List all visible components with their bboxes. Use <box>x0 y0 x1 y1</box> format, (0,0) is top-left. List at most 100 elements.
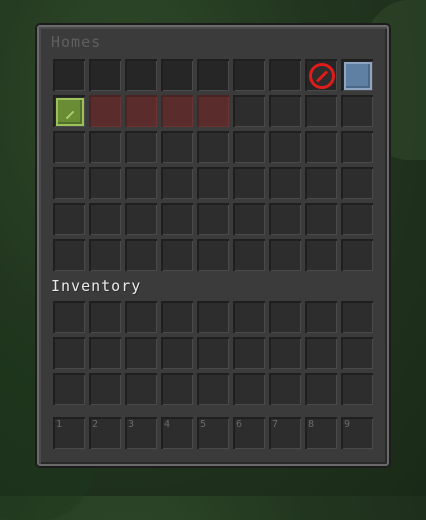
home-slot[interactable] <box>51 237 87 273</box>
inventory-slot[interactable] <box>51 335 87 371</box>
home-slot[interactable] <box>87 57 123 93</box>
home-slot[interactable] <box>195 201 231 237</box>
inventory-slot[interactable] <box>123 371 159 407</box>
hotbar-slot[interactable]: 5 <box>195 415 231 451</box>
inventory-slot[interactable] <box>303 299 339 335</box>
home-slot[interactable] <box>195 165 231 201</box>
homes-grid <box>51 57 375 273</box>
inventory-slot[interactable] <box>303 371 339 407</box>
hotbar-slot-number: 8 <box>308 419 315 430</box>
home-slot[interactable] <box>51 165 87 201</box>
home-slot[interactable] <box>303 57 339 93</box>
inventory-slot[interactable] <box>267 335 303 371</box>
home-slot[interactable] <box>231 165 267 201</box>
home-slot[interactable] <box>123 57 159 93</box>
home-slot[interactable] <box>123 129 159 165</box>
hotbar-slot-number: 3 <box>128 419 135 430</box>
home-slot[interactable] <box>231 237 267 273</box>
inventory-slot[interactable] <box>87 371 123 407</box>
hotbar-slot-number: 7 <box>272 419 279 430</box>
home-slot[interactable] <box>159 129 195 165</box>
inventory-slot[interactable] <box>195 371 231 407</box>
inventory-slot[interactable] <box>339 371 375 407</box>
home-slot[interactable] <box>231 129 267 165</box>
home-slot[interactable] <box>303 165 339 201</box>
inventory-slot[interactable] <box>195 335 231 371</box>
home-slot-red[interactable] <box>87 93 123 129</box>
home-slot[interactable] <box>339 57 375 93</box>
home-slot[interactable] <box>87 165 123 201</box>
home-slot[interactable] <box>231 93 267 129</box>
home-slot[interactable] <box>339 165 375 201</box>
home-slot[interactable] <box>231 201 267 237</box>
hotbar-slot[interactable]: 1 <box>51 415 87 451</box>
inventory-slot[interactable] <box>51 299 87 335</box>
inventory-slot[interactable] <box>339 299 375 335</box>
home-slot[interactable] <box>267 93 303 129</box>
home-slot[interactable] <box>123 237 159 273</box>
home-slot[interactable] <box>267 129 303 165</box>
home-slot[interactable] <box>87 201 123 237</box>
home-slot[interactable] <box>159 201 195 237</box>
home-slot-red[interactable] <box>195 93 231 129</box>
home-slot[interactable] <box>123 201 159 237</box>
home-slot[interactable] <box>51 129 87 165</box>
inventory-slot[interactable] <box>159 299 195 335</box>
home-slot[interactable] <box>303 201 339 237</box>
hotbar-slot[interactable]: 6 <box>231 415 267 451</box>
home-slot[interactable] <box>159 57 195 93</box>
home-slot-red[interactable] <box>159 93 195 129</box>
inventory-slot[interactable] <box>339 335 375 371</box>
inventory-slot[interactable] <box>231 335 267 371</box>
inventory-slot[interactable] <box>159 335 195 371</box>
hotbar-slot-number: 4 <box>164 419 171 430</box>
home-slot[interactable] <box>267 237 303 273</box>
inventory-slot[interactable] <box>123 299 159 335</box>
inventory-slot[interactable] <box>231 299 267 335</box>
hotbar-slot-number: 9 <box>344 419 351 430</box>
home-slot[interactable] <box>303 129 339 165</box>
home-slot[interactable] <box>159 165 195 201</box>
inventory-slot[interactable] <box>159 371 195 407</box>
home-slot[interactable] <box>123 165 159 201</box>
home-slot[interactable] <box>51 201 87 237</box>
hotbar-slot[interactable]: 4 <box>159 415 195 451</box>
home-slot[interactable] <box>267 201 303 237</box>
inventory-slot[interactable] <box>51 371 87 407</box>
barrier-no-entry-icon <box>309 63 335 89</box>
hotbar: 1 2 3 4 5 6 7 8 9 <box>51 415 375 451</box>
inventory-slot[interactable] <box>195 299 231 335</box>
hotbar-slot[interactable]: 2 <box>87 415 123 451</box>
home-slot[interactable] <box>339 93 375 129</box>
home-slot[interactable] <box>87 129 123 165</box>
home-slot[interactable] <box>339 201 375 237</box>
hotbar-slot[interactable]: 8 <box>303 415 339 451</box>
home-slot[interactable] <box>159 237 195 273</box>
hotbar-slot[interactable]: 3 <box>123 415 159 451</box>
inventory-label: Inventory <box>51 277 142 295</box>
inventory-slot[interactable] <box>303 335 339 371</box>
inventory-slot[interactable] <box>231 371 267 407</box>
home-slot[interactable] <box>51 93 87 129</box>
inventory-slot[interactable] <box>267 371 303 407</box>
home-slot-red[interactable] <box>123 93 159 129</box>
hotbar-slot[interactable]: 7 <box>267 415 303 451</box>
inventory-slot[interactable] <box>87 299 123 335</box>
home-slot[interactable] <box>87 237 123 273</box>
inventory-slot[interactable] <box>267 299 303 335</box>
home-slot[interactable] <box>195 237 231 273</box>
home-slot[interactable] <box>51 57 87 93</box>
hotbar-slot-number: 6 <box>236 419 243 430</box>
home-slot[interactable] <box>303 237 339 273</box>
inventory-slot[interactable] <box>123 335 159 371</box>
hotbar-slot[interactable]: 9 <box>339 415 375 451</box>
home-slot[interactable] <box>267 165 303 201</box>
home-slot[interactable] <box>339 129 375 165</box>
inventory-slot[interactable] <box>87 335 123 371</box>
home-slot[interactable] <box>267 57 303 93</box>
home-slot[interactable] <box>231 57 267 93</box>
home-slot[interactable] <box>195 57 231 93</box>
home-slot[interactable] <box>303 93 339 129</box>
home-slot[interactable] <box>195 129 231 165</box>
home-slot[interactable] <box>339 237 375 273</box>
